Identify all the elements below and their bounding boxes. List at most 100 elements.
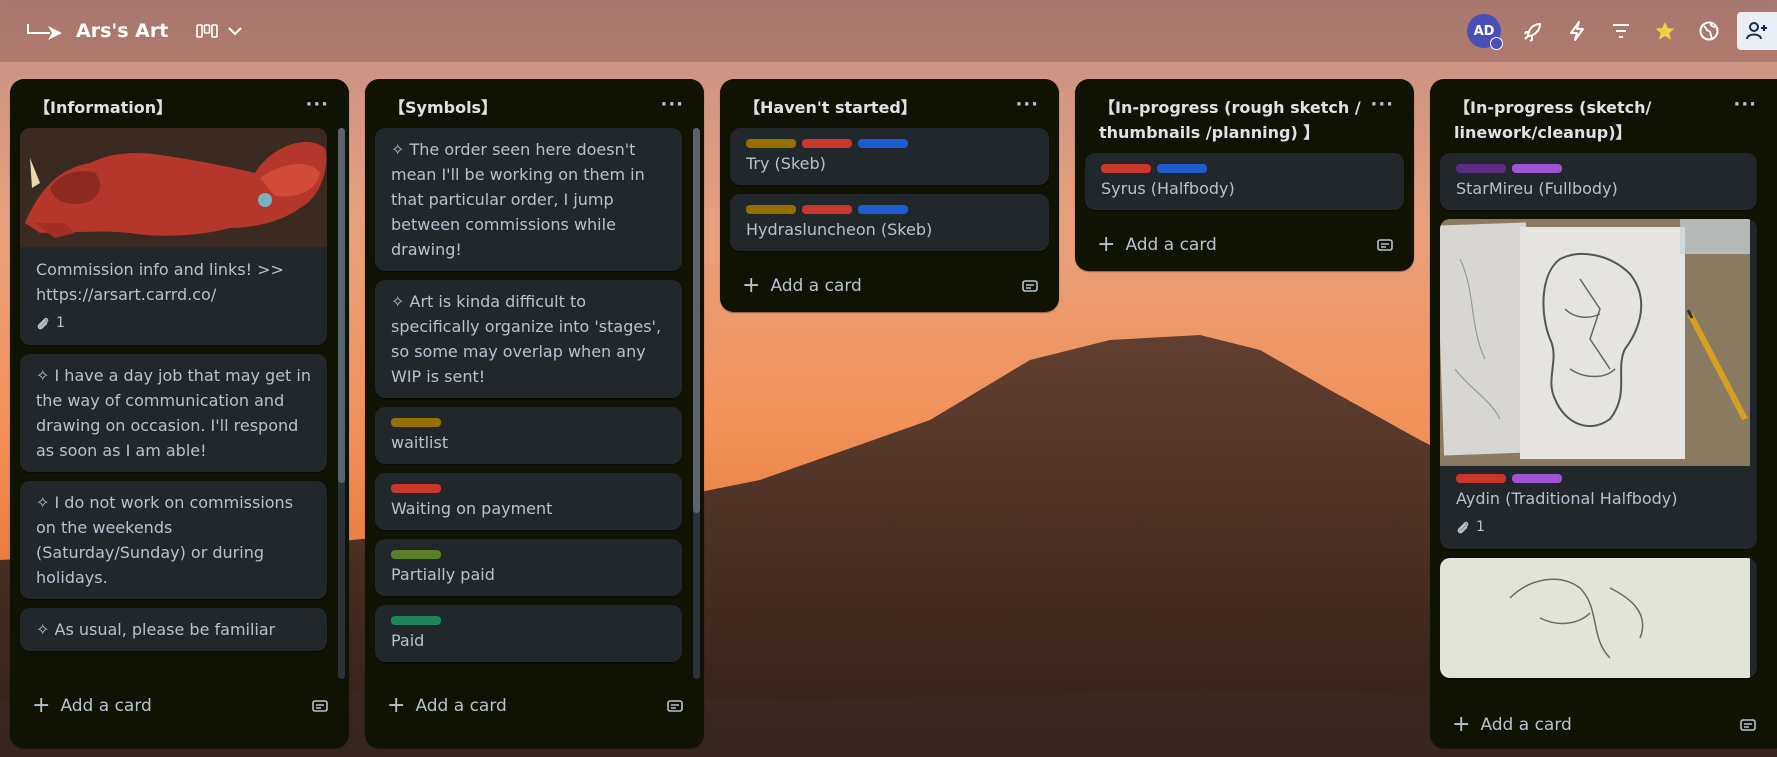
card-cover-image	[1440, 558, 1757, 678]
card-stages-note[interactable]: ✧ Art is kinda difficult to specifically…	[375, 280, 682, 398]
add-card-button[interactable]: + Add a card	[32, 695, 152, 717]
list-in-progress-sketch: 【In-progress (sketch/ linework/cleanup)】…	[1430, 79, 1777, 748]
visibility-button[interactable]	[1687, 9, 1731, 53]
card-hydrasluncheon-skeb[interactable]: Hydrasluncheon (Skeb)	[730, 194, 1049, 251]
power-ups-button[interactable]	[1511, 9, 1555, 53]
card-title: Paid	[391, 631, 425, 650]
card-sketch-preview[interactable]	[1440, 558, 1757, 678]
card-waiting-payment[interactable]: Waiting on payment	[375, 473, 682, 530]
filter-button[interactable]	[1599, 9, 1643, 53]
card-title: ✧ As usual, please be familiar	[36, 620, 276, 639]
list-symbols: 【Symbols】 ··· ✧ The order seen here does…	[365, 79, 704, 748]
plus-icon: +	[1452, 712, 1471, 737]
automation-button[interactable]	[1555, 9, 1599, 53]
label-purple	[1512, 164, 1562, 173]
label-red	[802, 139, 852, 148]
label-red	[1101, 164, 1151, 173]
card-template-icon[interactable]	[1021, 278, 1039, 294]
label-blue	[858, 205, 908, 214]
list-title[interactable]: 【In-progress (sketch/ linework/cleanup)】	[1454, 95, 1724, 145]
list-scrollbar[interactable]	[693, 128, 700, 679]
card-paid[interactable]: Paid	[375, 605, 682, 662]
chevron-down-icon	[228, 27, 243, 36]
star-board-button[interactable]	[1643, 9, 1687, 53]
list-title[interactable]: 【Symbols】	[389, 95, 497, 120]
card-syrus-halfbody[interactable]: Syrus (Halfbody)	[1085, 153, 1404, 210]
add-card-button[interactable]: + Add a card	[1097, 232, 1217, 257]
list-menu-button[interactable]: ···	[1366, 95, 1398, 115]
board-view-switcher[interactable]	[196, 23, 244, 39]
paperclip-icon	[1457, 521, 1469, 533]
card-title: Try (Skeb)	[746, 154, 826, 173]
member-avatar[interactable]: AD	[1467, 14, 1503, 50]
label-yellow	[746, 139, 796, 148]
card-attachments: 1	[1456, 515, 1741, 540]
board-view-icon	[196, 24, 219, 38]
add-card-label: Add a card	[1125, 235, 1217, 255]
card-title: ✧ I do not work on commissions on the we…	[36, 493, 294, 587]
list-in-progress-rough: 【In-progress (rough sketch / thumbnails …	[1075, 79, 1414, 271]
card-title: Commission info and links! >> https://ar…	[36, 260, 284, 304]
label-purple	[1512, 474, 1562, 483]
list-cards-scroll[interactable]: StarMireu (Fullbody) Aydin (Traditional …	[1430, 153, 1777, 680]
plus-icon: +	[1097, 232, 1116, 257]
admin-badge	[1490, 37, 1503, 50]
lightning-icon	[1570, 21, 1584, 41]
scroll-thumb[interactable]	[693, 128, 700, 513]
card-familiar[interactable]: ✧ As usual, please be familiar	[20, 608, 327, 651]
label-red	[1456, 474, 1506, 483]
scroll-thumb[interactable]	[338, 128, 345, 483]
list-menu-button[interactable]: ···	[656, 95, 688, 115]
list-menu-button[interactable]: ···	[1729, 95, 1761, 115]
list-title[interactable]: 【Haven't started】	[744, 95, 917, 120]
card-template-icon[interactable]	[311, 698, 329, 714]
share-button[interactable]	[1737, 12, 1777, 50]
label-lime	[391, 550, 441, 559]
card-partially-paid[interactable]: Partially paid	[375, 539, 682, 596]
card-aydin-traditional[interactable]: Aydin (Traditional Halfbody) 1	[1440, 219, 1757, 549]
list-menu-button[interactable]: ···	[1011, 95, 1043, 115]
card-try-skeb[interactable]: Try (Skeb)	[730, 128, 1049, 185]
card-title: Waiting on payment	[391, 499, 553, 518]
star-icon	[1655, 22, 1675, 40]
card-day-job[interactable]: ✧ I have a day job that may get in the w…	[20, 354, 327, 472]
add-card-label: Add a card	[770, 276, 862, 296]
card-title: ✧ I have a day job that may get in the w…	[36, 366, 311, 460]
add-card-button[interactable]: + Add a card	[742, 275, 862, 297]
board-arrow-icon	[27, 24, 62, 40]
list-title[interactable]: 【Information】	[34, 95, 172, 120]
card-title: Hydrasluncheon (Skeb)	[746, 220, 933, 239]
card-title: Aydin (Traditional Halfbody)	[1456, 489, 1678, 508]
list-cards-scroll[interactable]: Commission info and links! >> https://ar…	[10, 128, 349, 679]
label-yellow	[391, 418, 441, 427]
attachment-count: 1	[56, 315, 65, 331]
list-cards-scroll[interactable]: ✧ The order seen here doesn't mean I'll …	[365, 128, 704, 679]
sketch-photo-image	[1440, 219, 1750, 466]
label-green	[391, 616, 441, 625]
label-yellow	[746, 205, 796, 214]
card-cover-image	[1440, 219, 1757, 466]
card-title: ✧ The order seen here doesn't mean I'll …	[391, 140, 645, 259]
board-header: Ars's Art AD	[0, 0, 1777, 62]
list-scrollbar[interactable]	[338, 128, 345, 679]
label-blue	[1157, 164, 1207, 173]
card-template-icon[interactable]	[1376, 237, 1394, 253]
card-template-icon[interactable]	[1739, 717, 1757, 733]
card-order-note[interactable]: ✧ The order seen here doesn't mean I'll …	[375, 128, 682, 271]
label-blue	[858, 139, 908, 148]
list-information: 【Information】 ··· Commission info and li…	[10, 79, 349, 748]
card-starmireu-fullbody[interactable]: StarMireu (Fullbody)	[1440, 153, 1757, 210]
board-title[interactable]: Ars's Art	[76, 20, 168, 42]
card-weekends[interactable]: ✧ I do not work on commissions on the we…	[20, 481, 327, 599]
card-waitlist[interactable]: waitlist	[375, 407, 682, 464]
list-menu-button[interactable]: ···	[301, 95, 333, 115]
card-template-icon[interactable]	[666, 698, 684, 714]
list-title[interactable]: 【In-progress (rough sketch / thumbnails …	[1099, 95, 1366, 145]
dragon-cover-image	[20, 128, 327, 247]
card-title: Partially paid	[391, 565, 495, 584]
card-commission-info[interactable]: Commission info and links! >> https://ar…	[20, 128, 327, 345]
add-card-button[interactable]: + Add a card	[1452, 712, 1572, 737]
add-card-button[interactable]: + Add a card	[387, 695, 507, 717]
card-attachments: 1	[36, 311, 311, 336]
sketch-cover-image	[1440, 558, 1750, 678]
